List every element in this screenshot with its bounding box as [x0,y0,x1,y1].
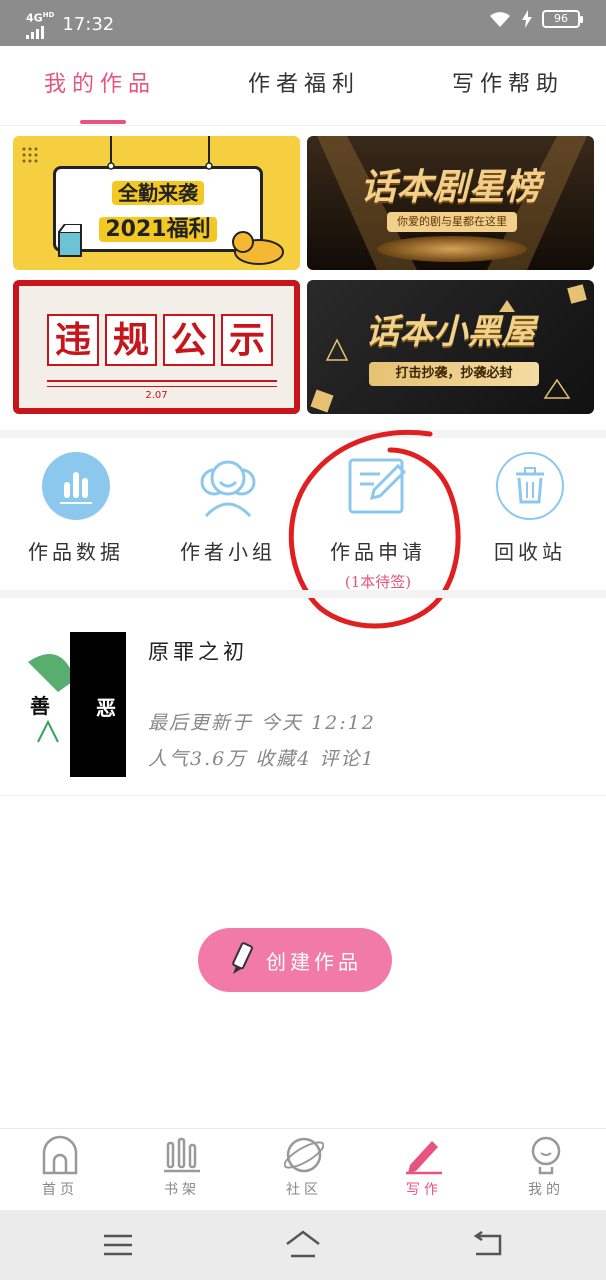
banner-subtitle: 你爱的剧与星都在这里 [387,212,517,232]
pencil-icon [404,1135,444,1175]
wifi-icon [490,12,510,27]
nav-writing[interactable]: 写作 [384,1135,464,1199]
tab-writing-help[interactable]: 写作帮助 [452,66,564,98]
nav-label: 社区 [286,1182,322,1198]
home-icon [40,1135,80,1175]
work-last-updated: 最后更新于 今天 12:12 [148,712,376,734]
nav-community[interactable]: 社区 [264,1135,344,1199]
banner-subtitle: 打击抄袭，抄袭必封 [369,362,539,386]
function-label: 作品数据 [28,540,124,564]
nav-profile[interactable]: 我的 [506,1135,586,1199]
home-button-icon[interactable] [283,1228,323,1262]
banner-violation-notice[interactable]: 违 规 公 示 2.07 [13,280,300,414]
divider [47,386,277,387]
pencil-icon [232,942,253,974]
function-label: 作者小组 [180,540,276,564]
top-tabs: 我的作品 作者福利 写作帮助 [0,46,606,126]
dots-pattern-icon [22,147,38,163]
status-right: 96 [488,10,583,28]
work-title: 原罪之初 [148,640,248,664]
divider [47,380,277,382]
bar-chart-icon [42,452,110,520]
notice-char-4: 示 [221,314,273,366]
nav-label: 书架 [164,1182,200,1198]
notice-char-2: 规 [105,314,157,366]
network-label: 4G [26,11,43,25]
status-bar: 4GHD 17:32 96 [0,0,606,46]
nav-label: 写作 [406,1182,442,1198]
milk-carton-icon [58,224,82,257]
banner-blacklist-room[interactable]: 话本小黑屋 打击抄袭，抄袭必封 [307,280,594,414]
hanging-strings-icon [107,136,213,170]
tab-my-works[interactable]: 我的作品 [44,66,156,98]
cover-char-good: 善 [30,694,50,718]
battery-icon: 96 [542,10,583,28]
banner-title: 话本剧星榜 [360,167,541,208]
bottom-navigation: 首页 书架 社区 写作 我的 [0,1128,606,1210]
banner-title: 话本小黑屋 [365,312,536,352]
banner-title-line1: 全勤来袭 [56,177,260,206]
stage-podium [377,236,527,262]
nav-home[interactable]: 首页 [20,1135,100,1199]
trash-icon [496,452,564,520]
charging-icon [522,10,532,28]
status-time: 17:32 [62,13,115,35]
cover-char-evil: 恶 [96,696,116,720]
bookshelf-icon [162,1135,202,1175]
back-icon[interactable] [468,1228,508,1262]
nav-label: 我的 [528,1182,564,1198]
battery-level: 96 [554,12,568,25]
create-work-label: 创建作品 [266,949,362,974]
cat-icon [232,231,284,265]
banner-drama-star-ranking[interactable]: 话本剧星榜 你爱的剧与星都在这里 [307,136,594,270]
menu-icon[interactable] [98,1228,138,1262]
profile-icon [526,1135,566,1175]
function-author-group[interactable]: 作者小组 [168,452,288,565]
group-icon [194,452,262,520]
status-left: 4GHD 17:32 [26,10,114,39]
planet-icon [283,1135,325,1175]
work-cover-image: 善 恶 [18,632,126,777]
function-recycle-bin[interactable]: 回收站 [470,452,590,565]
nav-label: 首页 [42,1182,78,1198]
active-tab-indicator [80,120,126,124]
notice-char-1: 违 [47,314,99,366]
nav-bookshelf[interactable]: 书架 [142,1135,222,1199]
work-list-item[interactable]: 善 恶 原罪之初 最后更新于 今天 12:12 人气3.6万 收藏4 评论1 [0,606,606,796]
system-navigation-bar [0,1210,606,1280]
function-works-data[interactable]: 作品数据 [16,452,136,565]
function-label: 回收站 [494,540,566,564]
notice-date: 2.07 [145,390,168,401]
create-work-button[interactable]: 创建作品 [198,928,392,992]
notice-char-3: 公 [163,314,215,366]
hand-drawn-annotation-circle [288,429,461,629]
network-icon: 4GHD [26,10,54,39]
work-stats: 人气3.6万 收藏4 评论1 [148,748,376,770]
section-divider [0,590,606,598]
tab-author-benefits[interactable]: 作者福利 [248,66,360,98]
network-sup-label: HD [42,11,55,19]
banner-attendance-benefits[interactable]: 全勤来袭 2021福利 [13,136,300,270]
